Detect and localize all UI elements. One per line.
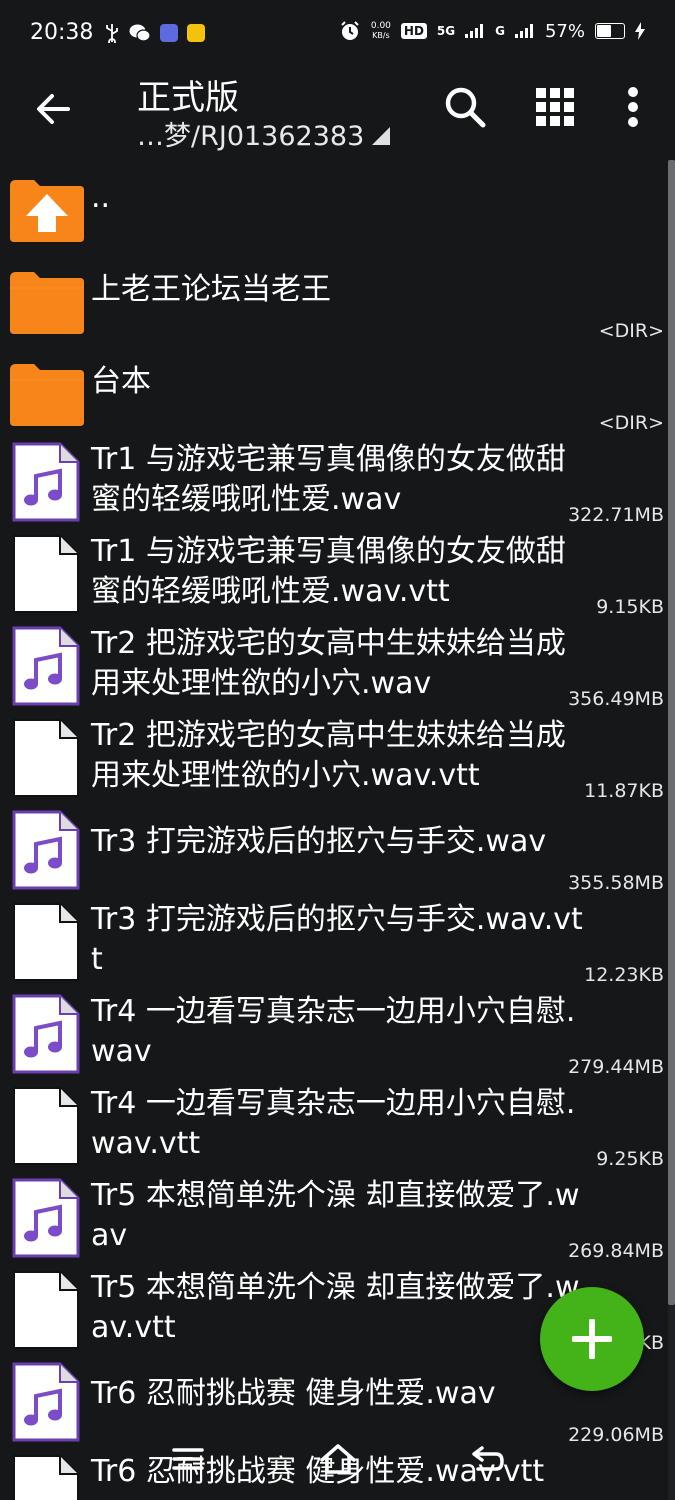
search-icon — [445, 87, 486, 128]
audio-file-icon — [8, 1362, 86, 1442]
plus-icon — [572, 1319, 612, 1359]
file-row[interactable]: Tr1 与游戏宅兼写真偶像的女友做甜蜜的轻缓哦吼性爱.wav.vtt 9.15KB — [0, 528, 668, 620]
grid-view-button[interactable] — [530, 82, 580, 132]
parent-folder-icon — [8, 166, 86, 246]
file-name: Tr6 忍耐挑战赛 健身性爱.wav — [91, 1376, 496, 1411]
path-text: …梦/RJ01362383 — [137, 121, 365, 152]
return-icon — [472, 1446, 504, 1471]
grid-icon — [536, 88, 574, 126]
mail-icon — [187, 24, 205, 42]
file-name: 台本 — [91, 364, 151, 399]
dir-label: <DIR> — [598, 320, 664, 342]
audio-file-icon — [8, 442, 86, 522]
folder-icon — [8, 350, 86, 430]
folder-row[interactable]: 上老王论坛当老王 <DIR> — [0, 252, 668, 344]
signal-icon — [465, 24, 484, 38]
file-row[interactable]: Tr3 打完游戏后的抠穴与手交.wav.vtt 12.23KB — [0, 896, 668, 988]
file-name: Tr1 与游戏宅兼写真偶像的女友做甜蜜的轻缓哦吼性爱.wav.vtt — [91, 534, 566, 609]
app-toolbar: 正式版 …梦/RJ01362383 — [0, 68, 675, 160]
dir-label: <DIR> — [598, 412, 664, 434]
file-size: 11.87KB — [584, 780, 664, 802]
search-button[interactable] — [440, 82, 490, 132]
status-right: 0.00 KB/s HD 5G G 57% — [339, 20, 645, 42]
text-file-icon — [8, 902, 86, 982]
audio-file-icon — [8, 1178, 86, 1258]
file-size: 9.15KB — [596, 596, 664, 618]
more-vert-icon — [628, 87, 638, 127]
nav-back-button[interactable] — [468, 1442, 508, 1478]
audio-file-icon — [8, 994, 86, 1074]
more-options-button[interactable] — [608, 82, 658, 132]
menu-icon — [172, 1448, 204, 1470]
wechat-icon — [129, 24, 151, 42]
file-name: .. — [91, 180, 111, 215]
file-row[interactable]: Tr3 打完游戏后的抠穴与手交.wav 355.58MB — [0, 804, 668, 896]
app-icon — [160, 24, 178, 42]
file-name: Tr2 把游戏宅的女高中生妹妹给当成用来处理性欲的小穴.wav.vtt — [91, 718, 566, 793]
file-size: 322.71MB — [568, 504, 664, 526]
battery-percent: 57% — [544, 20, 585, 42]
back-arrow-icon — [37, 94, 70, 124]
parent-directory-row[interactable]: .. — [0, 160, 668, 252]
hd-badge: HD — [400, 23, 427, 39]
audio-file-icon — [8, 810, 86, 890]
file-name: Tr5 本想简单洗个澡 却直接做爱了.wav.vtt — [91, 1270, 580, 1345]
folder-icon — [8, 258, 86, 338]
battery-icon — [595, 23, 625, 39]
file-name: Tr5 本想简单洗个澡 却直接做爱了.wav — [91, 1178, 580, 1253]
file-size: 269.84MB — [568, 1240, 664, 1262]
file-name: 上老王论坛当老王 — [91, 272, 331, 307]
charging-icon — [635, 22, 645, 40]
file-row[interactable]: Tr4 一边看写真杂志一边用小穴自慰.wav 279.44MB — [0, 988, 668, 1080]
net-speed: 0.00 KB/s — [370, 20, 391, 40]
system-nav-bar — [0, 1440, 675, 1500]
folder-row[interactable]: 台本 <DIR> — [0, 344, 668, 436]
file-size: 9.25KB — [596, 1148, 664, 1170]
home-icon — [320, 1444, 356, 1474]
file-row[interactable]: Tr2 把游戏宅的女高中生妹妹给当成用来处理性欲的小穴.wav 356.49MB — [0, 620, 668, 712]
nav-menu-button[interactable] — [168, 1442, 208, 1478]
file-name: Tr2 把游戏宅的女高中生妹妹给当成用来处理性欲的小穴.wav — [91, 626, 566, 701]
usb-icon — [106, 24, 118, 43]
text-file-icon — [8, 1086, 86, 1166]
file-name: Tr4 一边看写真杂志一边用小穴自慰.wav — [91, 994, 576, 1069]
file-row[interactable]: Tr5 本想简单洗个澡 却直接做爱了.wav 269.84MB — [0, 1172, 668, 1264]
add-button[interactable] — [540, 1287, 644, 1391]
audio-file-icon — [8, 626, 86, 706]
file-name: Tr1 与游戏宅兼写真偶像的女友做甜蜜的轻缓哦吼性爱.wav — [91, 442, 566, 517]
net-5g: 5G — [436, 24, 456, 38]
file-size: 355.58MB — [568, 872, 664, 894]
notification-icons — [104, 23, 205, 43]
page-title: 正式版 — [137, 78, 239, 118]
file-size: 12.23KB — [584, 964, 664, 986]
dropdown-caret-icon — [372, 127, 391, 145]
net-g: G — [495, 24, 505, 38]
file-size: 279.44MB — [568, 1056, 664, 1078]
file-size: 356.49MB — [568, 688, 664, 710]
text-file-icon — [8, 534, 86, 614]
nav-home-button[interactable] — [318, 1442, 358, 1478]
path-dropdown[interactable]: …梦/RJ01362383 — [137, 114, 391, 153]
scrollbar-thumb[interactable] — [668, 160, 675, 1305]
file-name: Tr3 打完游戏后的抠穴与手交.wav — [91, 824, 547, 859]
text-file-icon — [8, 718, 86, 798]
status-bar: 20:38 0.00 KB/s HD 5G G 57% — [0, 0, 675, 68]
file-row[interactable]: Tr2 把游戏宅的女高中生妹妹给当成用来处理性欲的小穴.wav.vtt 11.87… — [0, 712, 668, 804]
text-file-icon — [8, 1270, 86, 1350]
back-button[interactable] — [28, 84, 78, 134]
file-name: Tr4 一边看写真杂志一边用小穴自慰.wav.vtt — [91, 1086, 576, 1161]
file-row[interactable]: Tr4 一边看写真杂志一边用小穴自慰.wav.vtt 9.25KB — [0, 1080, 668, 1172]
signal-icon — [514, 24, 533, 38]
status-time: 20:38 — [30, 20, 94, 45]
file-name: Tr3 打完游戏后的抠穴与手交.wav.vtt — [91, 902, 583, 977]
file-row[interactable]: Tr1 与游戏宅兼写真偶像的女友做甜蜜的轻缓哦吼性爱.wav 322.71MB — [0, 436, 668, 528]
alarm-icon — [341, 21, 359, 40]
